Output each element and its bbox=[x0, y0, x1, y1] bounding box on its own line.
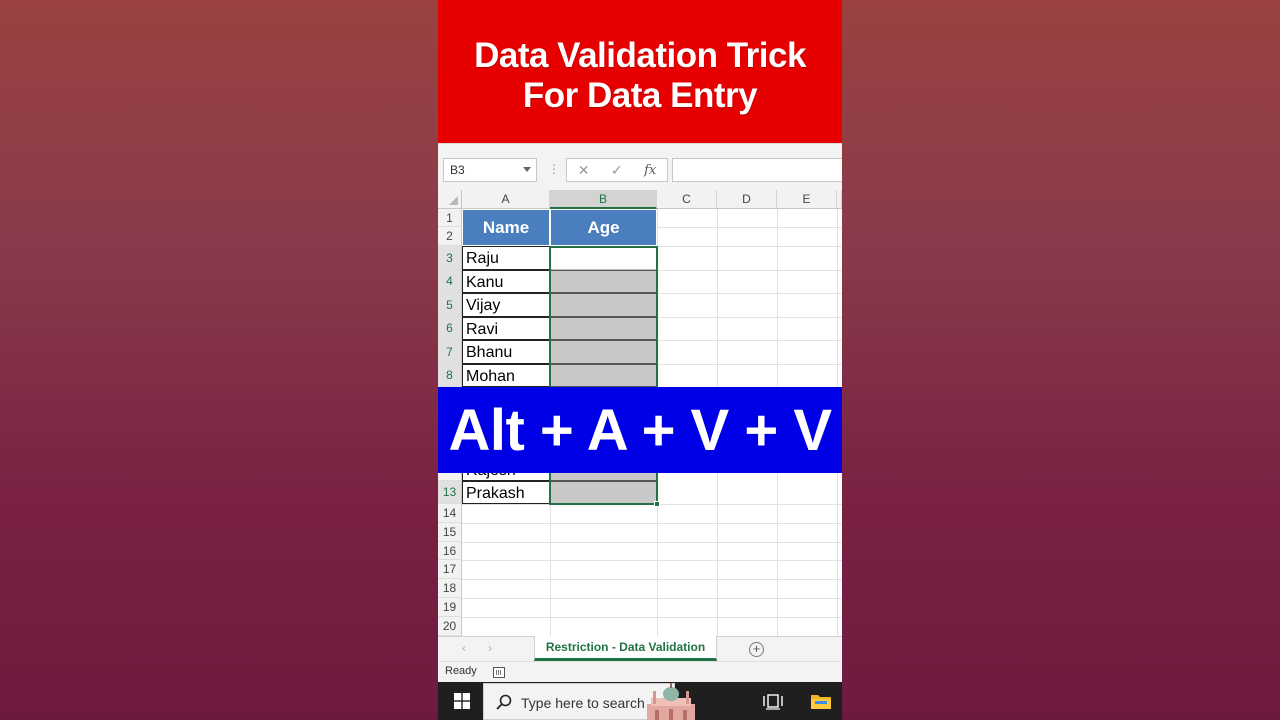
column-header-d[interactable]: D bbox=[717, 190, 777, 209]
row-header-5[interactable]: 5 bbox=[438, 293, 462, 317]
row-header-15[interactable]: 15 bbox=[438, 523, 462, 542]
gridline bbox=[462, 598, 842, 599]
file-explorer-icon[interactable] bbox=[810, 692, 832, 710]
taskbar: Type here to search bbox=[438, 682, 842, 720]
title-line-2: For Data Entry bbox=[522, 75, 758, 115]
search-icon bbox=[496, 694, 512, 710]
chevron-left-icon[interactable]: ‹ bbox=[462, 641, 466, 655]
search-highlight-illustration bbox=[647, 683, 695, 720]
more-options-icon: ⋮ bbox=[548, 162, 560, 176]
row-header-19[interactable]: 19 bbox=[438, 598, 462, 617]
cell-name-row-3[interactable]: Raju bbox=[462, 246, 550, 270]
row-header-1[interactable]: 1 bbox=[438, 209, 462, 227]
row-header-7[interactable]: 7 bbox=[438, 340, 462, 364]
table-header-name[interactable]: Name bbox=[462, 209, 550, 246]
row-header-6[interactable]: 6 bbox=[438, 317, 462, 340]
row-header-17[interactable]: 17 bbox=[438, 560, 462, 579]
sheet-tab-bar: ‹ › Restriction - Data Validation + bbox=[438, 636, 842, 661]
fill-handle[interactable] bbox=[654, 501, 660, 507]
gridline bbox=[462, 542, 842, 543]
cell-age-row-13[interactable] bbox=[550, 481, 657, 504]
enter-icon[interactable]: ✓ bbox=[611, 162, 623, 179]
chevron-down-icon[interactable] bbox=[523, 167, 531, 172]
cell-name-row-6[interactable]: Ravi bbox=[462, 317, 550, 340]
column-header-e[interactable]: E bbox=[777, 190, 837, 209]
gridline bbox=[462, 504, 842, 505]
row-header-3[interactable]: 3 bbox=[438, 246, 462, 270]
cell-age-row-5[interactable] bbox=[550, 293, 657, 317]
add-sheet-icon[interactable]: + bbox=[749, 642, 764, 657]
cell-name-row-13[interactable]: Prakash bbox=[462, 481, 550, 504]
task-view-icon[interactable] bbox=[763, 692, 783, 710]
cell-age-row-3[interactable] bbox=[550, 246, 657, 270]
column-header-c[interactable]: C bbox=[657, 190, 717, 209]
column-header-b[interactable]: B bbox=[550, 190, 657, 209]
title-banner: Data Validation Trick For Data Entry bbox=[438, 0, 842, 143]
cell-name-row-7[interactable]: Bhanu bbox=[462, 340, 550, 364]
windows-start-icon[interactable] bbox=[454, 693, 470, 709]
chevron-right-icon[interactable]: › bbox=[488, 641, 492, 655]
gridline bbox=[462, 523, 842, 524]
row-header-20[interactable]: 20 bbox=[438, 617, 462, 636]
table-header-age[interactable]: Age bbox=[550, 209, 657, 246]
formula-buttons: ✕ ✓ fx bbox=[566, 158, 668, 182]
row-header-18[interactable]: 18 bbox=[438, 579, 462, 598]
gridline bbox=[462, 579, 842, 580]
row-header-2[interactable]: 2 bbox=[438, 227, 462, 246]
row-header-4[interactable]: 4 bbox=[438, 270, 462, 293]
select-all-corner[interactable] bbox=[438, 190, 462, 209]
row-header-16[interactable]: 16 bbox=[438, 542, 462, 560]
cell-age-row-8[interactable] bbox=[550, 364, 657, 387]
sheet-tab-restriction[interactable]: Restriction - Data Validation bbox=[534, 636, 717, 661]
cell-age-row-6[interactable] bbox=[550, 317, 657, 340]
cell-age-row-7[interactable] bbox=[550, 340, 657, 364]
cancel-icon[interactable]: ✕ bbox=[578, 162, 590, 179]
insert-function-icon[interactable]: fx bbox=[644, 163, 656, 178]
cell-age-row-4[interactable] bbox=[550, 270, 657, 293]
gridline bbox=[462, 560, 842, 561]
name-box-value: B3 bbox=[450, 163, 465, 177]
macro-record-icon[interactable] bbox=[493, 667, 505, 678]
cell-name-row-5[interactable]: Vijay bbox=[462, 293, 550, 317]
formula-input[interactable] bbox=[672, 158, 842, 182]
title-line-1: Data Validation Trick bbox=[474, 35, 806, 75]
status-bar: Ready bbox=[438, 661, 842, 682]
formula-bar: B3 ⋮ ✕ ✓ fx bbox=[438, 143, 842, 191]
status-text: Ready bbox=[445, 665, 477, 677]
shortcut-banner: Alt + A + V + V bbox=[438, 387, 842, 473]
row-header-13[interactable]: 13 bbox=[438, 481, 462, 504]
shortcut-text: Alt + A + V + V bbox=[448, 397, 832, 463]
gridline bbox=[462, 617, 842, 618]
row-header-14[interactable]: 14 bbox=[438, 504, 462, 523]
video-frame: Data Validation Trick For Data Entry B3 … bbox=[438, 0, 842, 720]
cell-name-row-8[interactable]: Mohan bbox=[462, 364, 550, 387]
name-box[interactable]: B3 bbox=[443, 158, 537, 182]
row-header-8[interactable]: 8 bbox=[438, 364, 462, 387]
cell-name-row-4[interactable]: Kanu bbox=[462, 270, 550, 293]
column-header-f-partial[interactable] bbox=[837, 190, 842, 209]
column-header-a[interactable]: A bbox=[462, 190, 550, 209]
search-placeholder: Type here to search bbox=[521, 695, 645, 711]
